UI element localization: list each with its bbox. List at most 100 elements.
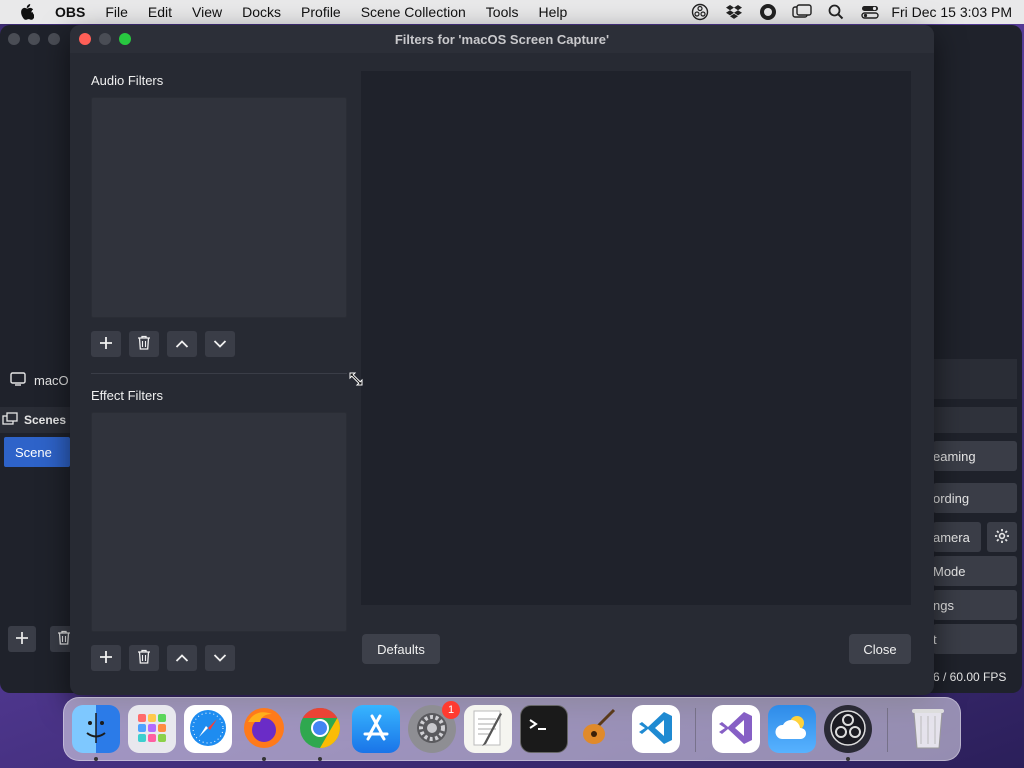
dock-system-settings[interactable]: 1 xyxy=(408,701,460,753)
resize-cursor-icon xyxy=(348,371,364,387)
dock-finder[interactable] xyxy=(72,705,120,753)
filter-preview xyxy=(361,71,911,605)
filters-divider[interactable] xyxy=(91,373,347,374)
start-streaming-button[interactable]: eaming xyxy=(933,441,1017,471)
dock-separator xyxy=(695,708,696,752)
menu-help[interactable]: Help xyxy=(528,0,577,24)
menu-file[interactable]: File xyxy=(95,0,138,24)
source-item[interactable]: macO xyxy=(0,365,80,395)
main-maximize-button[interactable] xyxy=(48,33,60,45)
audio-filters-label: Audio Filters xyxy=(91,73,164,88)
obs-icon xyxy=(828,708,868,751)
dock-app-store[interactable] xyxy=(352,705,400,753)
chrome-icon xyxy=(298,706,342,753)
add-effect-filter-button[interactable] xyxy=(91,645,121,671)
control-center-icon[interactable] xyxy=(853,0,887,24)
settings-button[interactable]: ngs xyxy=(933,590,1017,620)
plus-icon xyxy=(99,336,113,353)
weather-cloud-icon xyxy=(773,713,811,746)
obs-status-icon[interactable] xyxy=(683,0,717,24)
dock-safari[interactable] xyxy=(184,705,232,753)
exit-button[interactable]: t xyxy=(933,624,1017,654)
gear-icon xyxy=(994,528,1010,547)
start-streaming-label: eaming xyxy=(933,448,976,464)
dialog-traffic-lights xyxy=(79,33,131,45)
app-store-icon xyxy=(360,712,392,747)
add-scene-button[interactable] xyxy=(8,626,36,652)
dock-firefox[interactable] xyxy=(240,705,288,753)
dropbox-icon[interactable] xyxy=(717,0,751,24)
dialog-maximize-button[interactable] xyxy=(119,33,131,45)
move-effect-filter-up-button[interactable] xyxy=(167,645,197,671)
effect-filters-list[interactable] xyxy=(91,412,347,632)
main-minimize-button[interactable] xyxy=(28,33,40,45)
menu-edit[interactable]: Edit xyxy=(138,0,182,24)
apple-menu-icon[interactable] xyxy=(15,4,39,20)
screen-mirroring-icon[interactable] xyxy=(785,0,819,24)
add-audio-filter-button[interactable] xyxy=(91,331,121,357)
move-audio-filter-up-button[interactable] xyxy=(167,331,197,357)
menubar-clock[interactable]: Fri Dec 15 3:03 PM xyxy=(887,4,1024,20)
dialog-title: Filters for 'macOS Screen Capture' xyxy=(394,31,610,47)
firefox-running-indicator xyxy=(262,757,266,761)
scenes-dock-icon xyxy=(2,411,18,429)
move-effect-filter-down-button[interactable] xyxy=(205,645,235,671)
audio-filters-list[interactable] xyxy=(91,97,347,318)
menu-app-name[interactable]: OBS xyxy=(45,0,95,24)
spotlight-search-icon[interactable] xyxy=(819,0,853,24)
trash-icon xyxy=(137,335,151,353)
record-icon[interactable] xyxy=(751,0,785,24)
dock-launchpad[interactable] xyxy=(128,705,176,753)
virtual-camera-button[interactable]: amera xyxy=(933,522,981,552)
studio-mode-button[interactable]: Mode xyxy=(933,556,1017,586)
source-label: macO xyxy=(34,372,69,388)
terminal-icon xyxy=(526,714,562,745)
monitor-icon xyxy=(10,371,26,389)
scene-list-item[interactable]: Scene xyxy=(4,437,70,467)
dialog-minimize-button[interactable] xyxy=(99,33,111,45)
dock-textedit[interactable] xyxy=(464,705,512,753)
remove-effect-filter-button[interactable] xyxy=(129,645,159,671)
dock-chrome[interactable] xyxy=(296,705,344,753)
defaults-button[interactable]: Defaults xyxy=(362,634,440,664)
menu-bar: OBS File Edit View Docks Profile Scene C… xyxy=(0,0,1024,24)
dialog-close-window-button[interactable] xyxy=(79,33,91,45)
menu-tools[interactable]: Tools xyxy=(476,0,529,24)
dock-visual-studio[interactable] xyxy=(712,705,760,753)
vscode-icon xyxy=(638,710,674,749)
start-recording-label: ording xyxy=(933,490,970,506)
menu-profile[interactable]: Profile xyxy=(291,0,351,24)
dock-terminal[interactable] xyxy=(520,705,568,753)
macos-dock: 1 xyxy=(63,697,961,761)
menu-scene-collection[interactable]: Scene Collection xyxy=(351,0,476,24)
main-close-button[interactable] xyxy=(8,33,20,45)
launchpad-icon xyxy=(136,712,168,747)
guitar-icon xyxy=(578,706,622,753)
virtual-camera-settings-button[interactable] xyxy=(987,522,1017,552)
chevron-down-icon xyxy=(213,337,227,352)
dock-garageband[interactable] xyxy=(576,705,624,753)
scenes-dock-header: Scenes xyxy=(0,407,80,433)
close-button-label: Close xyxy=(863,641,897,657)
menu-view[interactable]: View xyxy=(182,0,232,24)
remove-audio-filter-button[interactable] xyxy=(129,331,159,357)
move-audio-filter-down-button[interactable] xyxy=(205,331,235,357)
dock-obs[interactable] xyxy=(824,705,872,753)
defaults-button-label: Defaults xyxy=(377,641,425,657)
effect-filters-toolbar xyxy=(91,645,235,671)
dock-trash[interactable] xyxy=(904,705,952,753)
chevron-down-icon xyxy=(213,651,227,666)
dock-weather[interactable] xyxy=(768,705,816,753)
trash-icon xyxy=(137,649,151,667)
scene-item-label: Scene xyxy=(15,444,52,460)
menu-docks[interactable]: Docks xyxy=(232,0,291,24)
dock-vscode[interactable] xyxy=(632,705,680,753)
chrome-running-indicator xyxy=(318,757,322,761)
effect-filters-label: Effect Filters xyxy=(91,388,164,403)
start-recording-button[interactable]: ording xyxy=(933,483,1017,513)
studio-mode-label: Mode xyxy=(933,563,966,579)
fps-status: 6 / 60.00 FPS xyxy=(933,670,1007,684)
plus-icon xyxy=(99,650,113,667)
close-button[interactable]: Close xyxy=(849,634,911,664)
chevron-up-icon xyxy=(175,651,189,666)
